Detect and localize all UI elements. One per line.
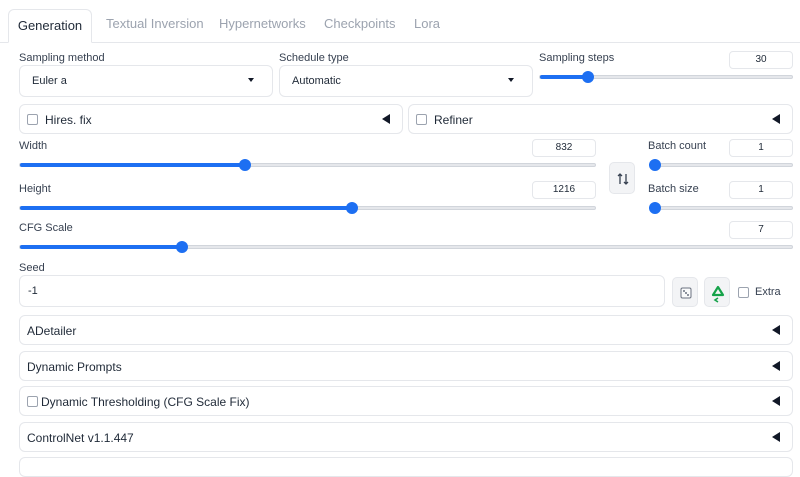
slider-thumb[interactable] <box>649 202 661 214</box>
dynamic-thresholding-panel[interactable]: Dynamic Thresholding (CFG Scale Fix) <box>19 386 793 416</box>
refiner-panel[interactable]: Refiner <box>408 104 793 134</box>
slider-fill <box>20 206 352 210</box>
slider-thumb[interactable] <box>581 71 594 83</box>
panel-title: ADetailer <box>27 324 77 338</box>
panel-title: ControlNet v1.1.447 <box>27 431 134 445</box>
width-slider[interactable] <box>19 159 596 171</box>
seed-label: Seed <box>19 262 45 274</box>
batch-count-input[interactable]: 1 <box>729 139 793 157</box>
schedule-type-label: Schedule type <box>279 52 349 64</box>
slider-thumb[interactable] <box>345 202 358 214</box>
hires-fix-label: Hires. fix <box>45 113 92 127</box>
chevron-down-icon <box>248 78 254 82</box>
panel-title: Dynamic Prompts <box>27 360 122 374</box>
dynamic-thresholding-checkbox[interactable] <box>27 396 38 407</box>
sampling-steps-label: Sampling steps <box>539 52 615 64</box>
width-label: Width <box>19 140 48 152</box>
refiner-label: Refiner <box>434 113 473 127</box>
slider-fill <box>20 245 183 249</box>
height-input[interactable]: 1216 <box>532 181 596 199</box>
sampling-method-dropdown[interactable]: Euler a <box>19 65 273 97</box>
extra-seed-label: Extra <box>755 286 781 298</box>
cfg-scale-slider[interactable] <box>19 241 793 253</box>
cfg-scale-label: CFG Scale <box>19 222 73 234</box>
batch-count-label: Batch count <box>648 140 707 152</box>
schedule-type-dropdown[interactable]: Automatic <box>279 65 533 97</box>
chevron-down-icon <box>508 78 514 82</box>
hires-fix-checkbox[interactable] <box>27 114 38 125</box>
batch-size-slider[interactable] <box>649 202 793 214</box>
tab-divider <box>0 42 800 43</box>
width-input[interactable]: 832 <box>532 139 596 157</box>
batch-size-input[interactable]: 1 <box>729 181 793 199</box>
dice-icon <box>680 287 692 299</box>
slider-thumb[interactable] <box>239 159 252 171</box>
batch-size-label: Batch size <box>648 183 699 195</box>
collapse-arrow-icon[interactable] <box>772 396 780 406</box>
collapse-arrow-icon[interactable] <box>772 361 780 371</box>
slider-thumb[interactable] <box>176 241 189 253</box>
tab-generation[interactable]: Generation <box>8 9 92 43</box>
collapse-arrow-icon[interactable] <box>772 114 780 124</box>
adetailer-panel[interactable]: ADetailer <box>19 315 793 345</box>
collapse-arrow-icon[interactable] <box>772 325 780 335</box>
sampling-steps-input[interactable]: 30 <box>729 51 793 69</box>
sampling-method-value: Euler a <box>32 75 67 87</box>
height-label: Height <box>19 183 51 195</box>
cfg-scale-input[interactable]: 7 <box>729 221 793 239</box>
batch-count-slider[interactable] <box>649 159 793 171</box>
tab-lora[interactable]: Lora <box>414 16 440 31</box>
hires-fix-panel[interactable]: Hires. fix <box>19 104 403 134</box>
reuse-seed-button[interactable] <box>704 277 730 307</box>
tab-checkpoints[interactable]: Checkpoints <box>324 16 396 31</box>
sampling-steps-slider[interactable] <box>539 71 793 83</box>
swap-dimensions-button[interactable] <box>609 162 635 194</box>
slider-thumb[interactable] <box>649 159 661 171</box>
extra-seed-checkbox[interactable] <box>738 287 749 298</box>
schedule-type-value: Automatic <box>292 75 341 87</box>
collapse-arrow-icon[interactable] <box>772 432 780 442</box>
slider-fill <box>20 163 246 167</box>
dynamic-prompts-panel[interactable]: Dynamic Prompts <box>19 351 793 381</box>
swap-dimensions-icon <box>617 173 629 185</box>
collapse-arrow-icon[interactable] <box>382 114 390 124</box>
slider-fill <box>540 75 588 79</box>
recycle-icon <box>711 285 725 303</box>
tab-bar: Generation Textual Inversion Hypernetwor… <box>0 0 800 44</box>
tab-textual-inversion[interactable]: Textual Inversion <box>106 16 204 31</box>
controlnet-panel[interactable]: ControlNet v1.1.447 <box>19 422 793 452</box>
seed-input[interactable]: -1 <box>19 275 665 307</box>
random-seed-button[interactable] <box>672 277 698 307</box>
panel-title: Dynamic Thresholding (CFG Scale Fix) <box>41 395 250 409</box>
refiner-checkbox[interactable] <box>416 114 427 125</box>
sampling-method-label: Sampling method <box>19 52 105 64</box>
height-slider[interactable] <box>19 202 596 214</box>
next-panel[interactable] <box>19 457 793 477</box>
tab-hypernetworks[interactable]: Hypernetworks <box>219 16 306 31</box>
